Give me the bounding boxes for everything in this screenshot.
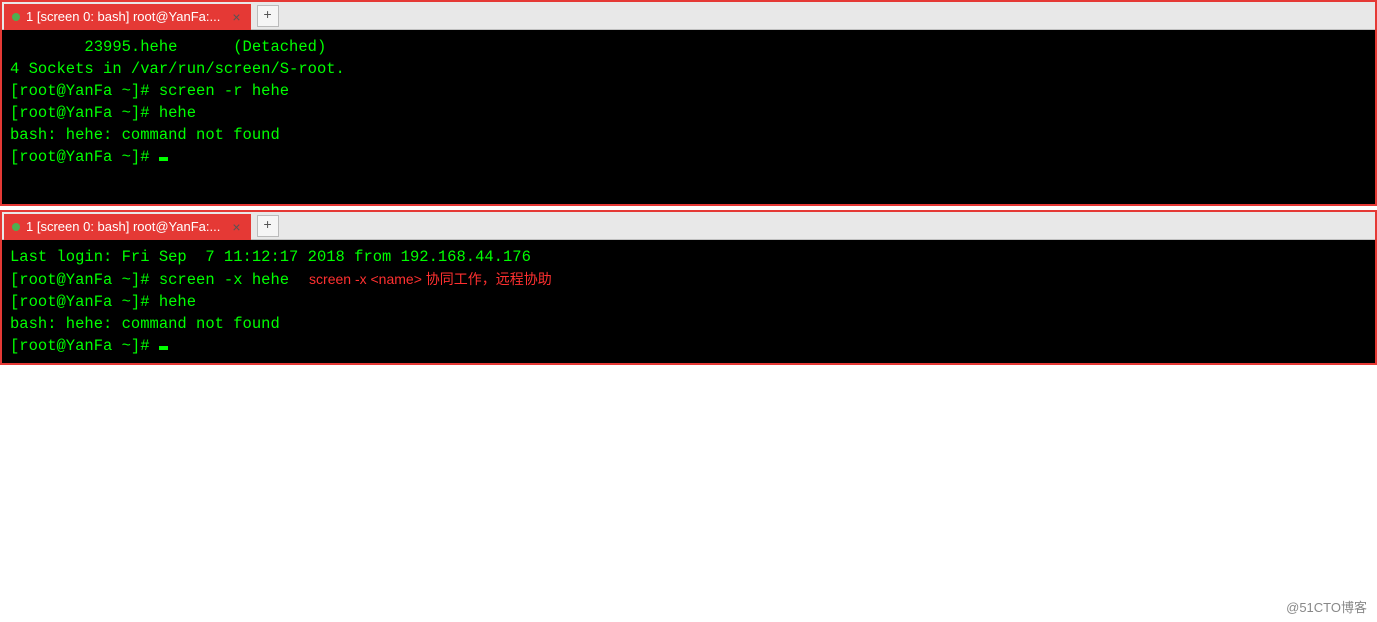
terminal-line: Last login: Fri Sep 7 11:12:17 2018 from… [10,246,1367,268]
terminal-line: [root@YanFa ~]# screen -r hehe [10,80,1367,102]
close-icon[interactable]: × [230,219,242,235]
annotation-text: screen -x <name> 协同工作，远程协助 [309,271,552,287]
terminal-window-2: 1 [screen 0: bash] root@YanFa:... × + La… [0,210,1377,365]
cursor-icon [159,157,168,161]
terminal-content-1[interactable]: 23995.hehe (Detached) 4 Sockets in /var/… [2,30,1375,174]
new-tab-button[interactable]: + [257,215,279,237]
new-tab-button[interactable]: + [257,5,279,27]
terminal-content-2[interactable]: Last login: Fri Sep 7 11:12:17 2018 from… [2,240,1375,363]
tab-1[interactable]: 1 [screen 0: bash] root@YanFa:... × [4,4,251,30]
tab-label: 1 [screen 0: bash] root@YanFa:... [26,219,220,234]
status-dot-icon [12,223,20,231]
terminal-line: [root@YanFa ~]# [10,146,1367,168]
watermark: @51CTO博客 [1286,597,1367,616]
close-icon[interactable]: × [230,9,242,25]
terminal-line: bash: hehe: command not found [10,124,1367,146]
command-text: [root@YanFa ~]# screen -x hehe [10,271,289,289]
status-dot-icon [12,13,20,21]
terminal-line: [root@YanFa ~]# hehe [10,102,1367,124]
cursor-icon [159,346,168,350]
terminal-line: 4 Sockets in /var/run/screen/S-root. [10,58,1367,80]
terminal-line: [root@YanFa ~]# hehe [10,291,1367,313]
terminal-line: [root@YanFa ~]# [10,335,1367,357]
tab-bar-2: 1 [screen 0: bash] root@YanFa:... × + [2,212,1375,240]
prompt-text: [root@YanFa ~]# [10,337,159,355]
tab-bar-1: 1 [screen 0: bash] root@YanFa:... × + [2,2,1375,30]
terminal-line: 23995.hehe (Detached) [10,36,1367,58]
terminal-line: [root@YanFa ~]# screen -x hehe screen -x … [10,268,1367,291]
terminal-line: bash: hehe: command not found [10,313,1367,335]
tab-label: 1 [screen 0: bash] root@YanFa:... [26,9,220,24]
tab-2[interactable]: 1 [screen 0: bash] root@YanFa:... × [4,214,251,240]
prompt-text: [root@YanFa ~]# [10,148,159,166]
terminal-window-1: 1 [screen 0: bash] root@YanFa:... × + 23… [0,0,1377,206]
